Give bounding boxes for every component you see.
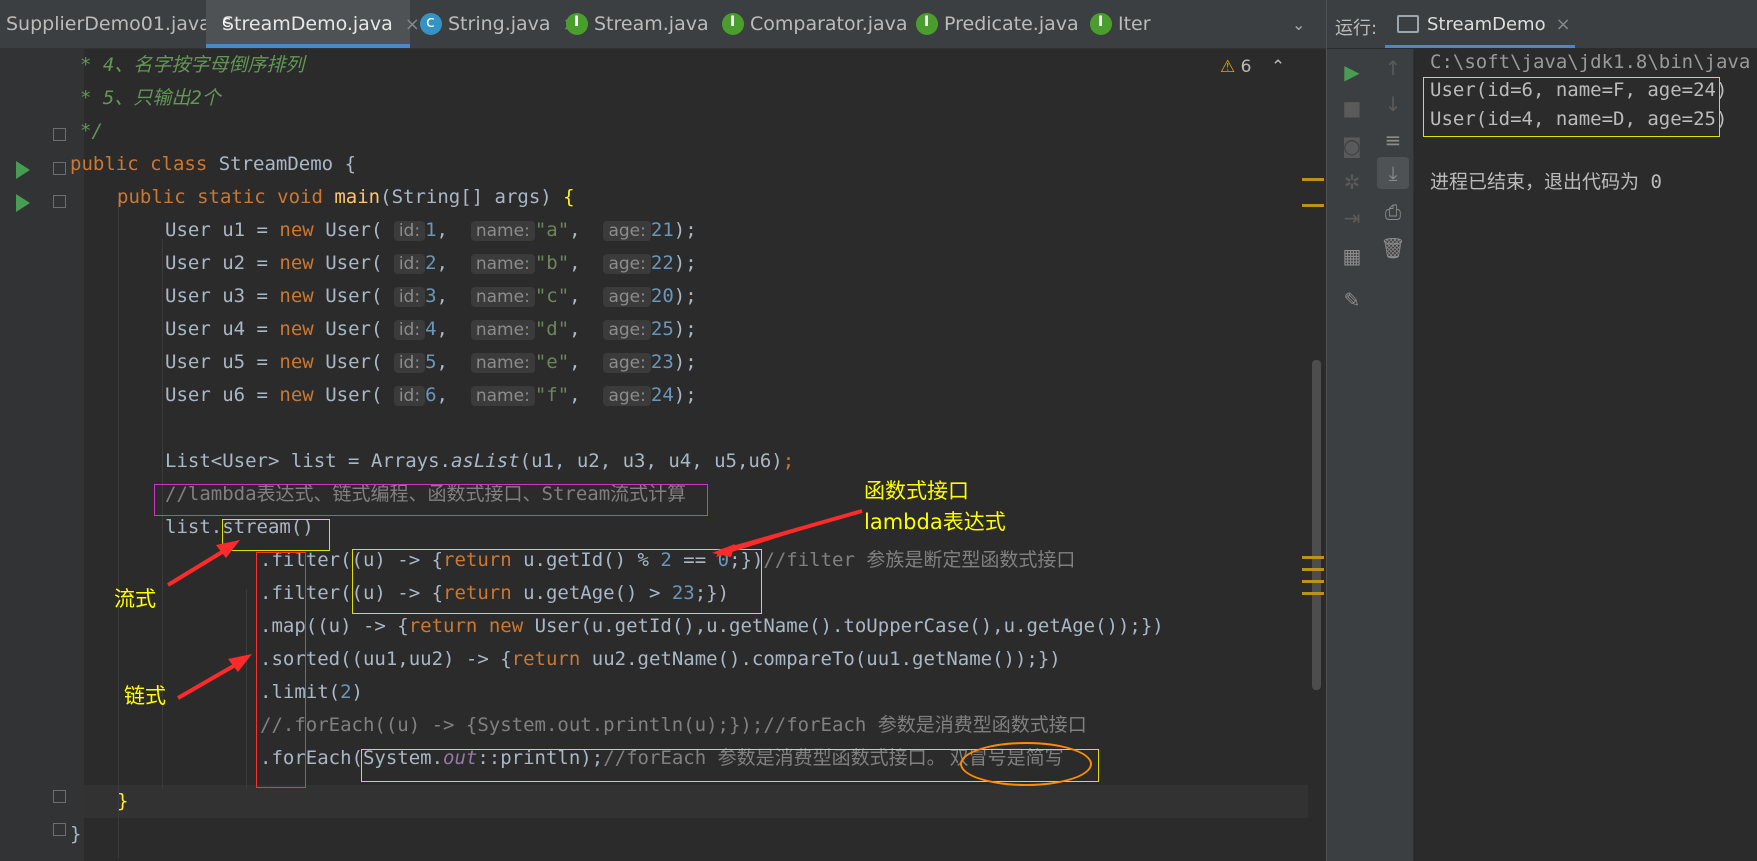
editor-scrollbar[interactable] bbox=[1308, 50, 1326, 861]
debug-bug-icon[interactable]: ✲ bbox=[1339, 169, 1365, 195]
close-icon[interactable]: × bbox=[1556, 14, 1571, 35]
console-output[interactable]: C:\soft\java\jdk1.8\bin\java User(id=6, … bbox=[1414, 49, 1757, 861]
error-stripe-marker[interactable] bbox=[1302, 592, 1324, 595]
scrollbar-thumb[interactable] bbox=[1312, 360, 1321, 690]
soft-wrap-icon[interactable]: ≡ bbox=[1380, 127, 1406, 153]
pin-icon[interactable]: ✎ bbox=[1339, 287, 1365, 313]
scroll-down-icon[interactable]: ↓ bbox=[1380, 91, 1406, 117]
error-stripe-marker[interactable] bbox=[1302, 568, 1324, 571]
run-tab-streamdemo[interactable]: StreamDemo × bbox=[1385, 0, 1575, 48]
scroll-to-end-icon[interactable]: ⤓ bbox=[1377, 157, 1409, 189]
error-stripe-marker[interactable] bbox=[1302, 580, 1324, 583]
rerun-icon[interactable]: ▶ bbox=[1339, 59, 1365, 85]
annotation-functional-interface: 函数式接口 bbox=[864, 479, 969, 503]
annotation-stream-style: 流式 bbox=[114, 587, 156, 611]
camera-icon[interactable]: ◙ bbox=[1339, 133, 1365, 159]
exit-icon[interactable]: ⇥ bbox=[1339, 205, 1365, 231]
run-tab-label: StreamDemo bbox=[1427, 13, 1546, 35]
print-icon[interactable]: ⎙ bbox=[1380, 199, 1406, 225]
annotation-arrows bbox=[166, 509, 863, 700]
console-line-output: User(id=6, name=F, age=24) bbox=[1430, 79, 1728, 101]
annotation-chain-style: 链式 bbox=[124, 684, 166, 708]
error-stripe-marker[interactable] bbox=[1302, 204, 1324, 207]
scroll-up-icon[interactable]: ↑ bbox=[1380, 55, 1406, 81]
console-icon bbox=[1397, 15, 1419, 33]
annotation-lambda-expression: lambda表达式 bbox=[864, 510, 1006, 534]
stop-icon[interactable]: ■ bbox=[1339, 95, 1365, 121]
layout-icon[interactable]: ▦ bbox=[1339, 243, 1365, 269]
run-tab-underline bbox=[1385, 45, 1575, 48]
run-panel-label: 运行: bbox=[1335, 18, 1378, 39]
arrow-to-lambda-line bbox=[721, 509, 863, 553]
console-line-command: C:\soft\java\jdk1.8\bin\java bbox=[1430, 51, 1751, 73]
console-line-exit: 进程已结束，退出代码为 0 bbox=[1430, 171, 1662, 193]
error-stripe-marker[interactable] bbox=[1302, 556, 1324, 559]
clear-trash-icon[interactable]: 🗑 bbox=[1380, 235, 1406, 261]
run-panel-header: 运行: StreamDemo × bbox=[1327, 0, 1757, 48]
run-toolbar: ▶ ■ ◙ ✲ ⇥ ▦ ✎ ↑ ↓ ≡ ⤓ ⎙ 🗑 bbox=[1327, 49, 1414, 861]
error-stripe-marker[interactable] bbox=[1302, 178, 1324, 181]
console-line-output: User(id=4, name=D, age=25) bbox=[1430, 108, 1728, 130]
